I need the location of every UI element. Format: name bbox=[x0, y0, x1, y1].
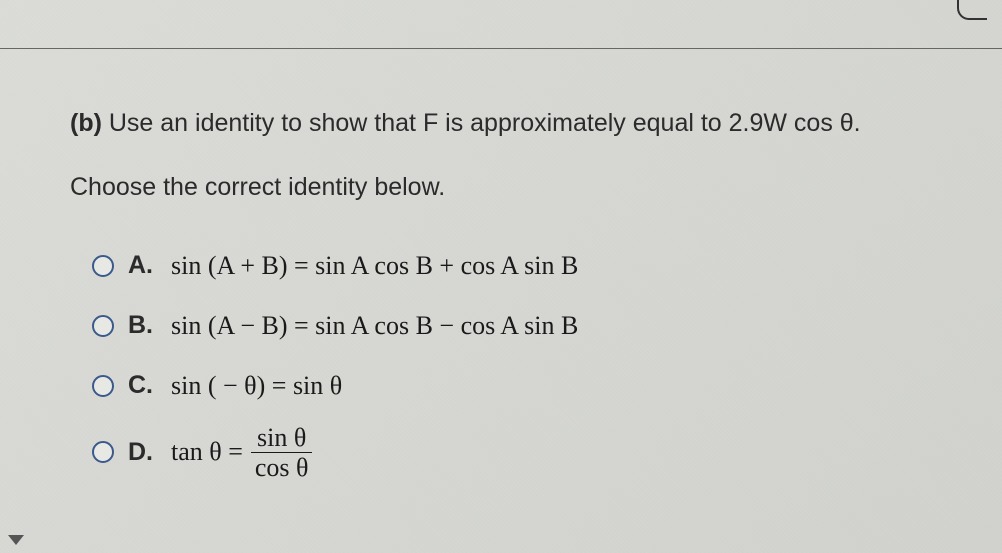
radio-d[interactable] bbox=[92, 441, 114, 463]
part-label: (b) bbox=[70, 109, 102, 137]
option-letter-c: C. bbox=[128, 371, 153, 400]
option-letter-b: B. bbox=[128, 311, 153, 340]
option-math-d: tan θ = sin θ cos θ bbox=[171, 424, 315, 482]
content-area: (b) Use an identity to show that F is ap… bbox=[0, 0, 1002, 481]
chevron-down-icon[interactable] bbox=[8, 535, 24, 545]
option-b: B. sin (A − B) = sin A cos B − cos A sin… bbox=[92, 304, 942, 348]
question-page: (b) Use an identity to show that F is ap… bbox=[0, 0, 1002, 553]
divider-line bbox=[0, 48, 1002, 49]
prompt-text: Use an identity to show that F is approx… bbox=[109, 109, 861, 137]
fraction-denominator: cos θ bbox=[249, 453, 315, 481]
fraction: sin θ cos θ bbox=[249, 424, 315, 482]
option-a: A. sin (A + B) = sin A cos B + cos A sin… bbox=[92, 244, 942, 288]
question-prompt: (b) Use an identity to show that F is ap… bbox=[70, 105, 942, 143]
option-math-c: sin ( − θ) = sin θ bbox=[171, 371, 342, 401]
options-group: A. sin (A + B) = sin A cos B + cos A sin… bbox=[70, 244, 942, 482]
radio-c[interactable] bbox=[92, 375, 114, 397]
option-math-a: sin (A + B) = sin A cos B + cos A sin B bbox=[171, 251, 578, 281]
corner-decor bbox=[957, 0, 987, 20]
option-letter-d: D. bbox=[128, 438, 153, 467]
instruction-text: Choose the correct identity below. bbox=[70, 173, 942, 202]
radio-b[interactable] bbox=[92, 315, 114, 337]
radio-a[interactable] bbox=[92, 255, 114, 277]
option-c: C. sin ( − θ) = sin θ bbox=[92, 364, 942, 408]
option-d: D. tan θ = sin θ cos θ bbox=[92, 424, 942, 482]
option-d-lhs: tan θ = bbox=[171, 437, 243, 467]
option-math-b: sin (A − B) = sin A cos B − cos A sin B bbox=[171, 311, 578, 341]
fraction-numerator: sin θ bbox=[251, 424, 312, 453]
option-letter-a: A. bbox=[128, 251, 153, 280]
